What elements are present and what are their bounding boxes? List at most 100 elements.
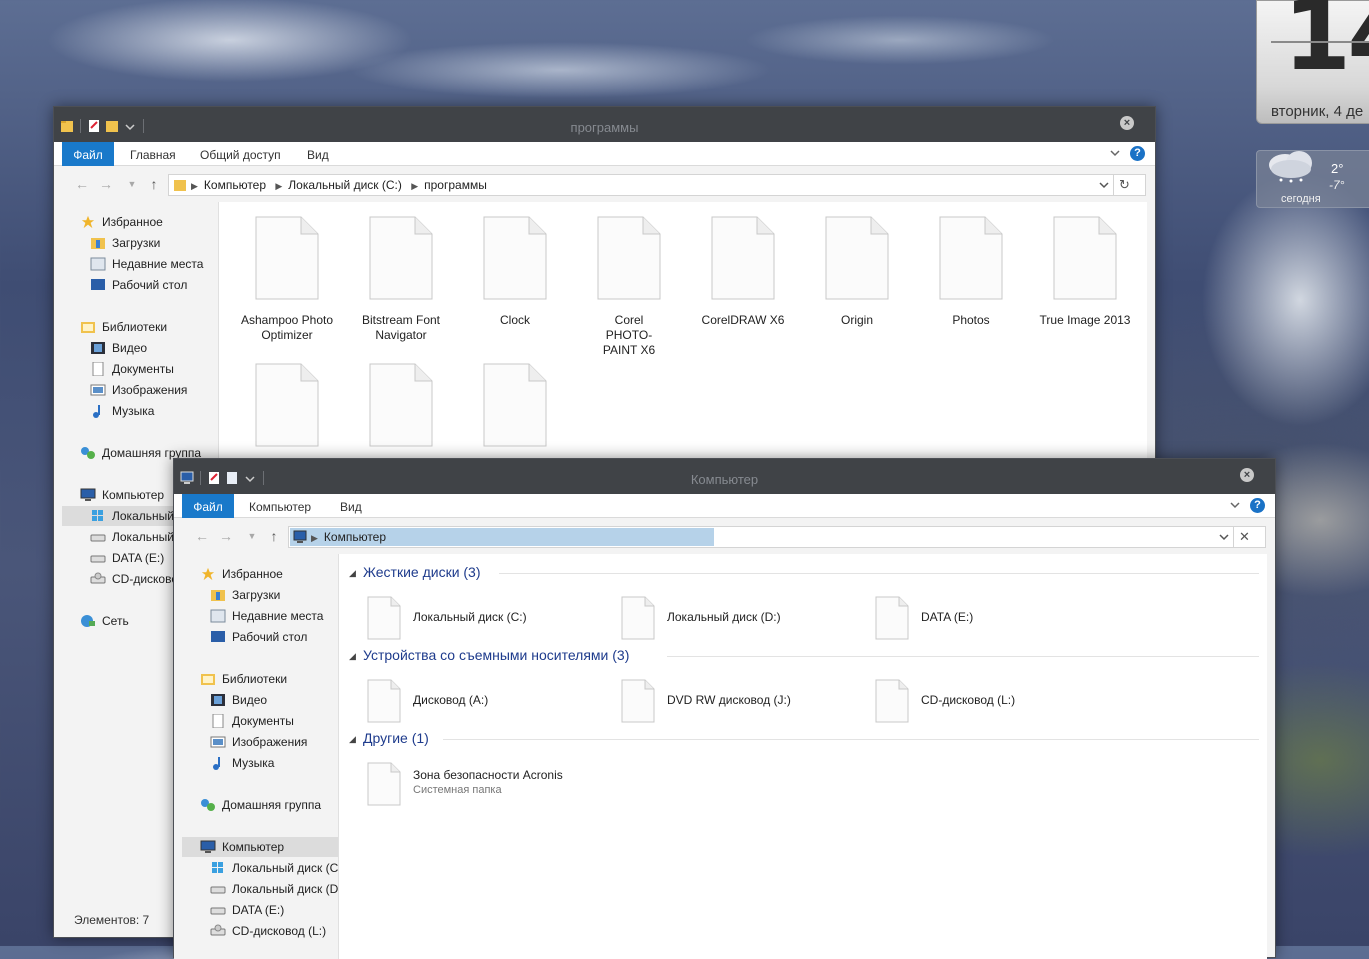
- group-header-other[interactable]: ◢ Другие (1): [349, 730, 1259, 748]
- weather-low: -7°: [1329, 178, 1345, 192]
- recent-places-icon: [90, 257, 106, 271]
- clock-flip-line: [1271, 41, 1369, 43]
- ribbon-expand-icon[interactable]: [1229, 499, 1241, 511]
- help-icon[interactable]: ?: [1250, 498, 1265, 513]
- nav-computer[interactable]: Компьютер: [182, 837, 338, 857]
- breadcrumb-separator: ▶: [275, 181, 283, 191]
- group-header-hard-drives[interactable]: ◢ Жесткие диски (3): [349, 564, 1259, 582]
- navigation-pane[interactable]: Избранное Загрузки Недавние места Рабочи…: [174, 554, 339, 959]
- homegroup-icon: [201, 799, 215, 811]
- file-item[interactable]: [465, 363, 565, 450]
- weather-gadget[interactable]: 2° -7° сегодня: [1256, 150, 1369, 208]
- blank-file-icon: [483, 216, 547, 300]
- up-arrow-icon[interactable]: ↑: [266, 528, 282, 544]
- clock-gadget[interactable]: 14 вторник, 4 де: [1256, 0, 1369, 124]
- help-icon[interactable]: ?: [1130, 146, 1145, 161]
- weather-day: сегодня: [1281, 193, 1321, 205]
- blank-file-icon: [939, 216, 1003, 300]
- drive-item[interactable]: Локальный диск (C:): [367, 596, 607, 640]
- snow-cloud-icon: [1269, 151, 1312, 183]
- drive-item[interactable]: DATA (E:): [875, 596, 1115, 640]
- drive-item[interactable]: Локальный диск (D:): [621, 596, 861, 640]
- hard-drive-icon: [210, 886, 226, 894]
- clock-day: 14: [1283, 0, 1369, 93]
- collapse-caret-icon[interactable]: ◢: [349, 568, 356, 579]
- collapse-caret-icon[interactable]: ◢: [349, 651, 356, 662]
- window-title: Компьютер: [690, 472, 759, 487]
- cd-drive-icon: [90, 572, 106, 584]
- file-item[interactable]: Ashampoo Photo Optimizer: [237, 216, 337, 343]
- windows-drive-icon: [212, 862, 223, 873]
- file-item[interactable]: True Image 2013: [1035, 216, 1135, 328]
- drives-view[interactable]: ◢ Жесткие диски (3) Локальный диск (C:) …: [339, 554, 1267, 959]
- computer-icon: [80, 488, 96, 501]
- address-dropdown-icon[interactable]: [1218, 531, 1230, 543]
- file-name: True Image 2013: [1039, 313, 1131, 327]
- file-item[interactable]: [237, 363, 337, 450]
- clear-address-icon[interactable]: ✕: [1233, 527, 1255, 547]
- breadcrumb-separator: ▶: [311, 533, 318, 543]
- ribbon-tabs: Файл Главная Общий доступ Вид ?: [54, 142, 1155, 166]
- tab-home[interactable]: Главная: [130, 142, 176, 166]
- close-button[interactable]: ×: [1240, 468, 1254, 482]
- file-item[interactable]: Corel PHOTO-PAINT X6: [579, 216, 679, 358]
- music-note-icon: [93, 405, 100, 418]
- ribbon-expand-icon[interactable]: [1109, 147, 1121, 159]
- file-item[interactable]: [351, 363, 451, 450]
- group-divider: [443, 739, 1259, 740]
- back-arrow-icon[interactable]: ←: [74, 176, 90, 192]
- navigation-bar: ← → ▼ ↑ ▶ Компьютер ✕: [174, 518, 1275, 554]
- tab-file[interactable]: Файл: [62, 142, 114, 166]
- tab-computer[interactable]: Компьютер: [249, 494, 311, 518]
- group-header-removable[interactable]: ◢ Устройства со съемными носителями (3): [349, 647, 1259, 665]
- drive-item[interactable]: DVD RW дисковод (J:): [621, 679, 861, 723]
- breadcrumb: ▶ Компьютер: [311, 530, 392, 544]
- close-button[interactable]: ×: [1120, 116, 1134, 130]
- file-item[interactable]: CorelDRAW X6: [693, 216, 793, 328]
- libraries-icon: [81, 322, 95, 333]
- breadcrumb-computer[interactable]: Компьютер: [324, 530, 386, 544]
- tab-view[interactable]: Вид: [307, 142, 329, 166]
- file-item[interactable]: Photos: [921, 216, 1021, 328]
- address-bar[interactable]: ▶ Компьютер ✕: [288, 526, 1266, 548]
- explorer-window-computer[interactable]: Компьютер × Файл Компьютер Вид ? ← → ▼ ↑…: [173, 458, 1276, 959]
- blank-file-icon: [597, 216, 661, 300]
- breadcrumb-programs[interactable]: программы: [424, 178, 487, 192]
- recent-dropdown-icon[interactable]: ▼: [244, 528, 260, 544]
- music-note-icon: [213, 757, 220, 770]
- file-name: Bitstream Font Navigator: [361, 313, 441, 342]
- drive-file-icon: [367, 679, 401, 723]
- downloads-folder-icon: [211, 590, 225, 601]
- windows-drive-icon: [92, 510, 103, 521]
- breadcrumb-computer[interactable]: Компьютер: [204, 178, 266, 192]
- forward-arrow-icon[interactable]: →: [218, 528, 234, 544]
- downloads-folder-icon: [91, 238, 105, 249]
- images-icon: [90, 384, 106, 396]
- computer-icon: [200, 840, 216, 853]
- refresh-icon[interactable]: ↻: [1113, 175, 1135, 195]
- tab-view[interactable]: Вид: [340, 494, 362, 518]
- folder-icon: [174, 180, 186, 191]
- up-arrow-icon[interactable]: ↑: [146, 176, 162, 192]
- cd-drive-icon: [210, 924, 226, 936]
- forward-arrow-icon[interactable]: →: [98, 176, 114, 192]
- titlebar[interactable]: программы ×: [54, 107, 1155, 142]
- system-folder-icon: [367, 762, 401, 806]
- file-item[interactable]: Bitstream Font Navigator: [351, 216, 451, 343]
- file-item[interactable]: Clock: [465, 216, 565, 328]
- video-icon: [91, 342, 105, 354]
- breadcrumb-drive-c[interactable]: Локальный диск (C:): [288, 178, 402, 192]
- drive-item[interactable]: Зона безопасности Acronis Системная папк…: [367, 762, 607, 806]
- tab-share[interactable]: Общий доступ: [200, 142, 281, 166]
- drive-item[interactable]: Дисковод (A:): [367, 679, 607, 723]
- tab-file[interactable]: Файл: [182, 494, 234, 518]
- collapse-caret-icon[interactable]: ◢: [349, 734, 356, 745]
- file-item[interactable]: Origin: [807, 216, 907, 328]
- recent-dropdown-icon[interactable]: ▼: [124, 176, 140, 192]
- address-bar[interactable]: ▶ Компьютер ▶ Локальный диск (C:) ▶ програм…: [168, 174, 1146, 196]
- drive-item[interactable]: CD-дисковод (L:): [875, 679, 1115, 723]
- back-arrow-icon[interactable]: ←: [194, 528, 210, 544]
- address-dropdown-icon[interactable]: [1098, 179, 1110, 191]
- titlebar[interactable]: Компьютер ×: [174, 459, 1275, 494]
- file-name: Photos: [952, 313, 990, 327]
